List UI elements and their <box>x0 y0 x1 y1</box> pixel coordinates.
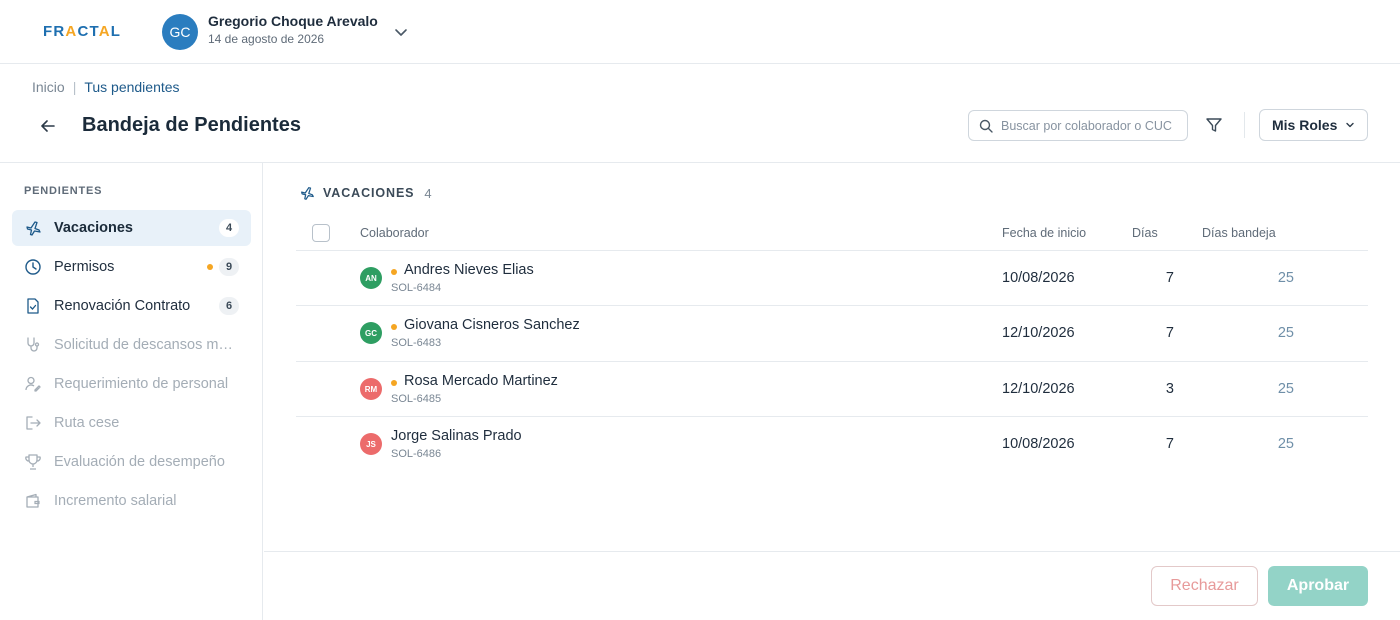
toolbar-divider <box>1244 112 1245 138</box>
sidebar-item-renovacion-contrato[interactable]: Renovación Contrato 6 <box>12 288 251 324</box>
sidebar-item-ruta-cese[interactable]: Ruta cese <box>12 405 251 441</box>
trophy-icon <box>24 453 42 471</box>
user-edit-icon <box>24 375 42 393</box>
sidebar-item-incremento-salarial[interactable]: Incremento salarial <box>12 483 251 519</box>
count-badge: 6 <box>219 297 239 315</box>
collaborator-name: Rosa Mercado Martinez <box>404 373 558 389</box>
breadcrumb-home[interactable]: Inicio <box>32 79 65 95</box>
sidebar-item-requerimiento-personal[interactable]: Requerimiento de personal <box>12 366 251 402</box>
days-value: 3 <box>1165 381 1174 397</box>
breadcrumb: Inicio | Tus pendientes <box>32 79 180 95</box>
plane-icon <box>301 187 314 200</box>
status-dot <box>391 269 397 275</box>
sidebar-heading: PENDIENTES <box>24 185 103 197</box>
tray-days-value: 25 <box>1277 436 1294 452</box>
fractal-logo[interactable]: FRACTAL <box>43 23 121 40</box>
footer-divider <box>264 551 1400 552</box>
user-date: 14 de agosto de 2026 <box>208 32 325 46</box>
pending-dot <box>207 264 213 270</box>
sidebar-item-label: Ruta cese <box>54 415 120 431</box>
user-name[interactable]: Gregorio Choque Arevalo <box>208 13 378 29</box>
table-row[interactable]: RM Rosa Mercado Martinez SOL-6485 12/10/… <box>296 361 1368 416</box>
plane-icon <box>24 219 42 237</box>
sidebar-item-label: Incremento salarial <box>54 493 177 509</box>
my-roles-button[interactable]: Mis Roles <box>1259 109 1368 141</box>
request-code: SOL-6483 <box>391 337 442 349</box>
search-input[interactable] <box>1001 118 1181 133</box>
clock-icon <box>24 258 42 276</box>
breadcrumb-separator: | <box>72 79 77 95</box>
search-box[interactable] <box>968 110 1188 141</box>
table-row[interactable]: GC Giovana Cisneros Sanchez SOL-6483 12/… <box>296 305 1368 360</box>
chevron-down-icon[interactable] <box>394 25 408 39</box>
tray-days-value: 25 <box>1277 270 1294 286</box>
sidebar-item-descansos-medicos[interactable]: Solicitud de descansos mé… <box>12 327 251 363</box>
breadcrumb-current[interactable]: Tus pendientes <box>84 79 179 95</box>
filter-button[interactable] <box>1203 114 1225 136</box>
user-avatar[interactable]: GC <box>162 14 198 50</box>
section-title: VACACIONES <box>323 186 415 200</box>
sidebar-item-label: Evaluación de desempeño <box>54 454 225 470</box>
page-title: Bandeja de Pendientes <box>82 114 301 136</box>
avatar: AN <box>360 267 382 289</box>
column-header-days[interactable]: Días <box>1132 226 1158 240</box>
start-date: 10/08/2026 <box>1002 436 1075 452</box>
start-date: 10/08/2026 <box>1002 270 1075 286</box>
sidebar-item-label: Vacaciones <box>54 220 133 236</box>
stethoscope-icon <box>24 336 42 354</box>
sidebar-item-label: Solicitud de descansos mé… <box>54 337 239 353</box>
tray-days-value: 25 <box>1277 325 1294 341</box>
sidebar-item-evaluacion-desempeno[interactable]: Evaluación de desempeño <box>12 444 251 480</box>
request-code: SOL-6485 <box>391 393 442 405</box>
status-dot <box>391 324 397 330</box>
days-value: 7 <box>1165 270 1174 286</box>
column-header-start-date[interactable]: Fecha de inicio <box>1002 226 1086 240</box>
file-check-icon <box>24 297 42 315</box>
section-count: 4 <box>424 185 432 201</box>
column-header-collaborator[interactable]: Colaborador <box>360 226 429 240</box>
wallet-icon <box>24 492 42 510</box>
sidebar-item-label: Permisos <box>54 259 115 275</box>
sidebar-item-label: Requerimiento de personal <box>54 376 229 392</box>
days-value: 7 <box>1165 325 1174 341</box>
chevron-down-icon <box>1346 122 1355 128</box>
tray-days-value: 25 <box>1277 381 1294 397</box>
my-roles-label: Mis Roles <box>1272 117 1338 133</box>
logout-icon <box>24 414 42 432</box>
request-code: SOL-6486 <box>391 448 442 460</box>
reject-button[interactable]: Rechazar <box>1151 566 1258 606</box>
count-badge: 9 <box>219 258 239 276</box>
column-header-tray-days[interactable]: Días bandeja <box>1202 226 1276 240</box>
start-date: 12/10/2026 <box>1002 325 1075 341</box>
avatar: RM <box>360 378 382 400</box>
sidebar-item-label: Renovación Contrato <box>54 298 191 314</box>
filter-icon <box>1206 118 1222 132</box>
status-dot <box>391 380 397 386</box>
select-all-checkbox[interactable] <box>312 224 330 242</box>
search-icon <box>979 119 993 133</box>
back-arrow-icon[interactable] <box>38 116 58 136</box>
avatar: GC <box>360 322 382 344</box>
request-code: SOL-6484 <box>391 282 442 294</box>
sidebar: PENDIENTES Vacaciones 4 Permisos 9 Renov… <box>0 163 263 620</box>
top-bar: FRACTAL GC Gregorio Choque Arevalo 14 de… <box>0 0 1400 64</box>
collaborator-name: Andres Nieves Elias <box>404 262 534 278</box>
collaborator-name: Giovana Cisneros Sanchez <box>404 317 580 333</box>
table-row[interactable]: JS Jorge Salinas Prado SOL-6486 10/08/20… <box>296 416 1368 471</box>
start-date: 12/10/2026 <box>1002 381 1075 397</box>
sidebar-item-permisos[interactable]: Permisos 9 <box>12 249 251 285</box>
days-value: 7 <box>1165 436 1174 452</box>
approve-button[interactable]: Aprobar <box>1268 566 1368 606</box>
collaborator-name: Jorge Salinas Prado <box>391 428 522 444</box>
avatar: JS <box>360 433 382 455</box>
sidebar-item-vacaciones[interactable]: Vacaciones 4 <box>12 210 251 246</box>
table-row[interactable]: AN Andres Nieves Elias SOL-6484 10/08/20… <box>296 250 1368 305</box>
count-badge: 4 <box>219 219 239 237</box>
section-header: VACACIONES 4 <box>299 185 432 201</box>
